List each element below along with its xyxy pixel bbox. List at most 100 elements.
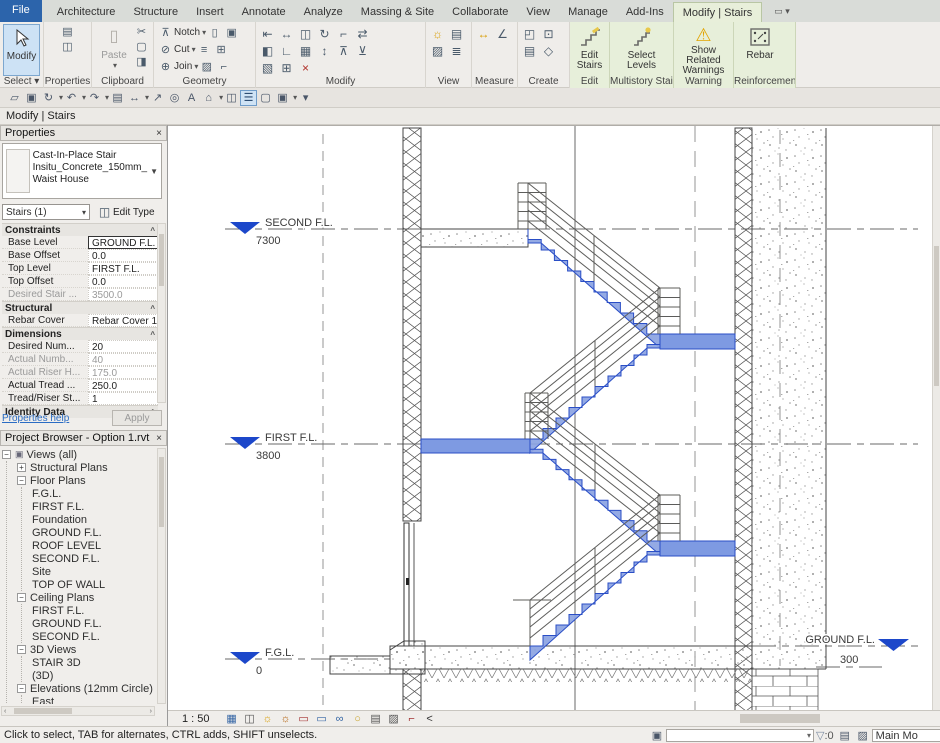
stair-railings[interactable] (513, 183, 680, 646)
properties-header[interactable]: Properties × (0, 125, 167, 141)
measure-qat-icon[interactable]: ↔ (126, 90, 143, 106)
tree-item-3d-views[interactable]: −3D Views (17, 643, 155, 656)
browser-vscrollbar[interactable] (157, 448, 166, 704)
open-icon[interactable]: ▱ (6, 90, 23, 106)
redo-icon[interactable]: ↷ (86, 90, 103, 106)
offset-icon[interactable]: ⇄ (354, 26, 371, 41)
collapse-icon[interactable]: − (17, 645, 26, 654)
select-levels-button[interactable]: Select Levels (613, 24, 670, 76)
tag-icon[interactable]: ◎ (166, 90, 183, 106)
chevron-down-icon[interactable]: ▼ (147, 167, 161, 176)
property-value[interactable]: GROUND F.L. (88, 236, 158, 249)
worksets-icon[interactable]: ▣ (648, 729, 666, 742)
tree-item-ground-f-l-[interactable]: GROUND F.L. (32, 526, 155, 539)
geometry-row-join[interactable]: ⊕Join▾▨⌐ (157, 58, 240, 75)
canvas-hscrollbar[interactable] (740, 714, 820, 723)
collapse-icon[interactable]: ^ (150, 330, 155, 339)
wall-joins-icon[interactable]: ⊞ (278, 60, 295, 75)
tab-modify-stairs-active[interactable]: Modify | Stairs (673, 2, 763, 22)
copy-clip-icon[interactable]: ▢ (133, 39, 150, 54)
show-related-warnings-button[interactable]: ⚠ Show Related Warnings (677, 24, 730, 76)
geometry-extra-icon[interactable]: ⊞ (213, 42, 230, 57)
property-value[interactable]: 0.0 (88, 249, 158, 262)
tree-item-east[interactable]: East (32, 695, 155, 704)
level-marker-second[interactable]: SECOND F.L. 7300 (230, 217, 333, 247)
close-icon[interactable]: × (156, 433, 162, 444)
canvas-vscrollbar[interactable] (932, 126, 940, 711)
viewbar-collapse-icon[interactable]: < (422, 712, 438, 726)
project-browser-header[interactable]: Project Browser - Option 1.rvt × (0, 430, 167, 446)
tab-structure[interactable]: Structure (124, 2, 187, 22)
geometry-extra-icon[interactable]: ≡ (196, 42, 213, 57)
file-menu-button[interactable]: File (0, 0, 42, 22)
selection-filter[interactable]: ▽ :0 (816, 729, 834, 742)
geometry-extra-icon[interactable]: ▨ (198, 59, 215, 74)
reveal-hidden-icon[interactable]: ○ (350, 712, 366, 726)
customize-qat-icon[interactable]: ▾ (297, 90, 314, 106)
lightbulb-icon[interactable]: ☼ (429, 26, 446, 41)
property-value[interactable]: 20 (88, 340, 158, 353)
analytical-model-icon[interactable]: ▨ (386, 711, 402, 725)
panel-select-label[interactable]: Select ▾ (0, 76, 43, 88)
apply-button[interactable]: Apply (112, 410, 162, 426)
matchtype-icon[interactable]: ◨ (133, 54, 150, 69)
collapse-icon[interactable]: − (17, 476, 26, 485)
drawing-area[interactable]: SECOND F.L. 7300 FIRST F.L. 3800 F.G.L. … (168, 125, 940, 710)
property-value[interactable]: 3500.0 (88, 288, 158, 301)
editable-only-icon[interactable]: ▤ (836, 729, 854, 742)
expand-icon[interactable]: + (17, 463, 26, 472)
property-value[interactable]: 175.0 (88, 366, 158, 379)
copy-icon[interactable]: ◫ (297, 26, 314, 41)
match-icon[interactable]: ▧ (259, 60, 276, 75)
tree-item-second-f-l-[interactable]: SECOND F.L. (32, 552, 155, 565)
browser-hscrollbar[interactable]: ‹› (1, 706, 155, 716)
geometry-extra-icon[interactable]: ⌐ (215, 59, 232, 74)
properties-icon[interactable]: ▤ (59, 24, 76, 39)
collapse-icon[interactable]: − (17, 593, 26, 602)
ribbon-collapse-icon[interactable]: ▭ ▾ (770, 1, 794, 22)
close-hidden-icon[interactable]: ▢ (257, 90, 274, 106)
visibility-icon[interactable]: ▤ (448, 26, 465, 41)
temporary-view-properties-icon[interactable]: ▤ (368, 711, 384, 725)
tree-item-structural-plans[interactable]: +Structural Plans (17, 461, 155, 474)
tree-item-second-f-l-[interactable]: SECOND F.L. (32, 630, 155, 643)
type-selector[interactable]: Cast-In-Place Stair Insitu_Concrete_150m… (2, 143, 162, 199)
tab-view[interactable]: View (517, 2, 559, 22)
level-marker-fgl[interactable]: F.G.L. 0 (230, 647, 294, 677)
ruler-icon[interactable]: ↔ (475, 26, 492, 41)
split-icon[interactable]: ∟ (278, 43, 295, 58)
element-filter-combo[interactable]: Stairs (1)▾ (2, 204, 90, 220)
entry-step[interactable] (330, 656, 390, 674)
scale-icon[interactable]: ↕ (316, 43, 333, 58)
hide-isolate-icon[interactable]: ∞ (332, 712, 348, 726)
worksets-combo[interactable]: ▾ (666, 729, 814, 742)
collapse-icon[interactable]: ^ (150, 226, 155, 235)
tab-analyze[interactable]: Analyze (295, 2, 352, 22)
section-constraints[interactable]: Constraints^ (2, 223, 158, 236)
mirror-icon[interactable]: ◧ (259, 43, 276, 58)
property-value[interactable]: 40 (88, 353, 158, 366)
tab-manage[interactable]: Manage (559, 2, 617, 22)
aligned-dimension-icon[interactable]: ↗ (149, 90, 166, 106)
geometry-row-cut[interactable]: ⊘Cut▾≡⊞ (157, 41, 240, 58)
design-option-combo[interactable]: Main Mo (872, 729, 940, 742)
cut-clip-icon[interactable]: ✂ (133, 24, 150, 39)
walls[interactable] (403, 128, 826, 711)
tree-item-f-g-l-[interactable]: F.G.L. (32, 487, 155, 500)
save-icon[interactable]: ▣ (23, 90, 40, 106)
tree-item-views-all-[interactable]: −▣Views (all) (2, 448, 155, 461)
tab-insert[interactable]: Insert (187, 2, 233, 22)
tab-annotate[interactable]: Annotate (233, 2, 295, 22)
tab-add-ins[interactable]: Add-Ins (617, 2, 673, 22)
properties-scrollbar[interactable] (157, 223, 166, 403)
tree-item-stair-3d[interactable]: STAIR 3D (32, 656, 155, 669)
property-value[interactable]: FIRST F.L. (88, 262, 158, 275)
paste-button[interactable]: ▯ Paste▾ (95, 24, 133, 76)
tree-item--3d-[interactable]: (3D) (32, 669, 155, 682)
close-icon[interactable]: × (156, 128, 162, 139)
type-props-icon[interactable]: ◫ (59, 39, 76, 54)
collapse-icon[interactable]: − (17, 684, 26, 693)
parts-icon[interactable]: ▤ (521, 43, 538, 58)
property-value[interactable]: 250.0 (88, 379, 158, 392)
properties-help-link[interactable]: Properties help (2, 413, 69, 424)
